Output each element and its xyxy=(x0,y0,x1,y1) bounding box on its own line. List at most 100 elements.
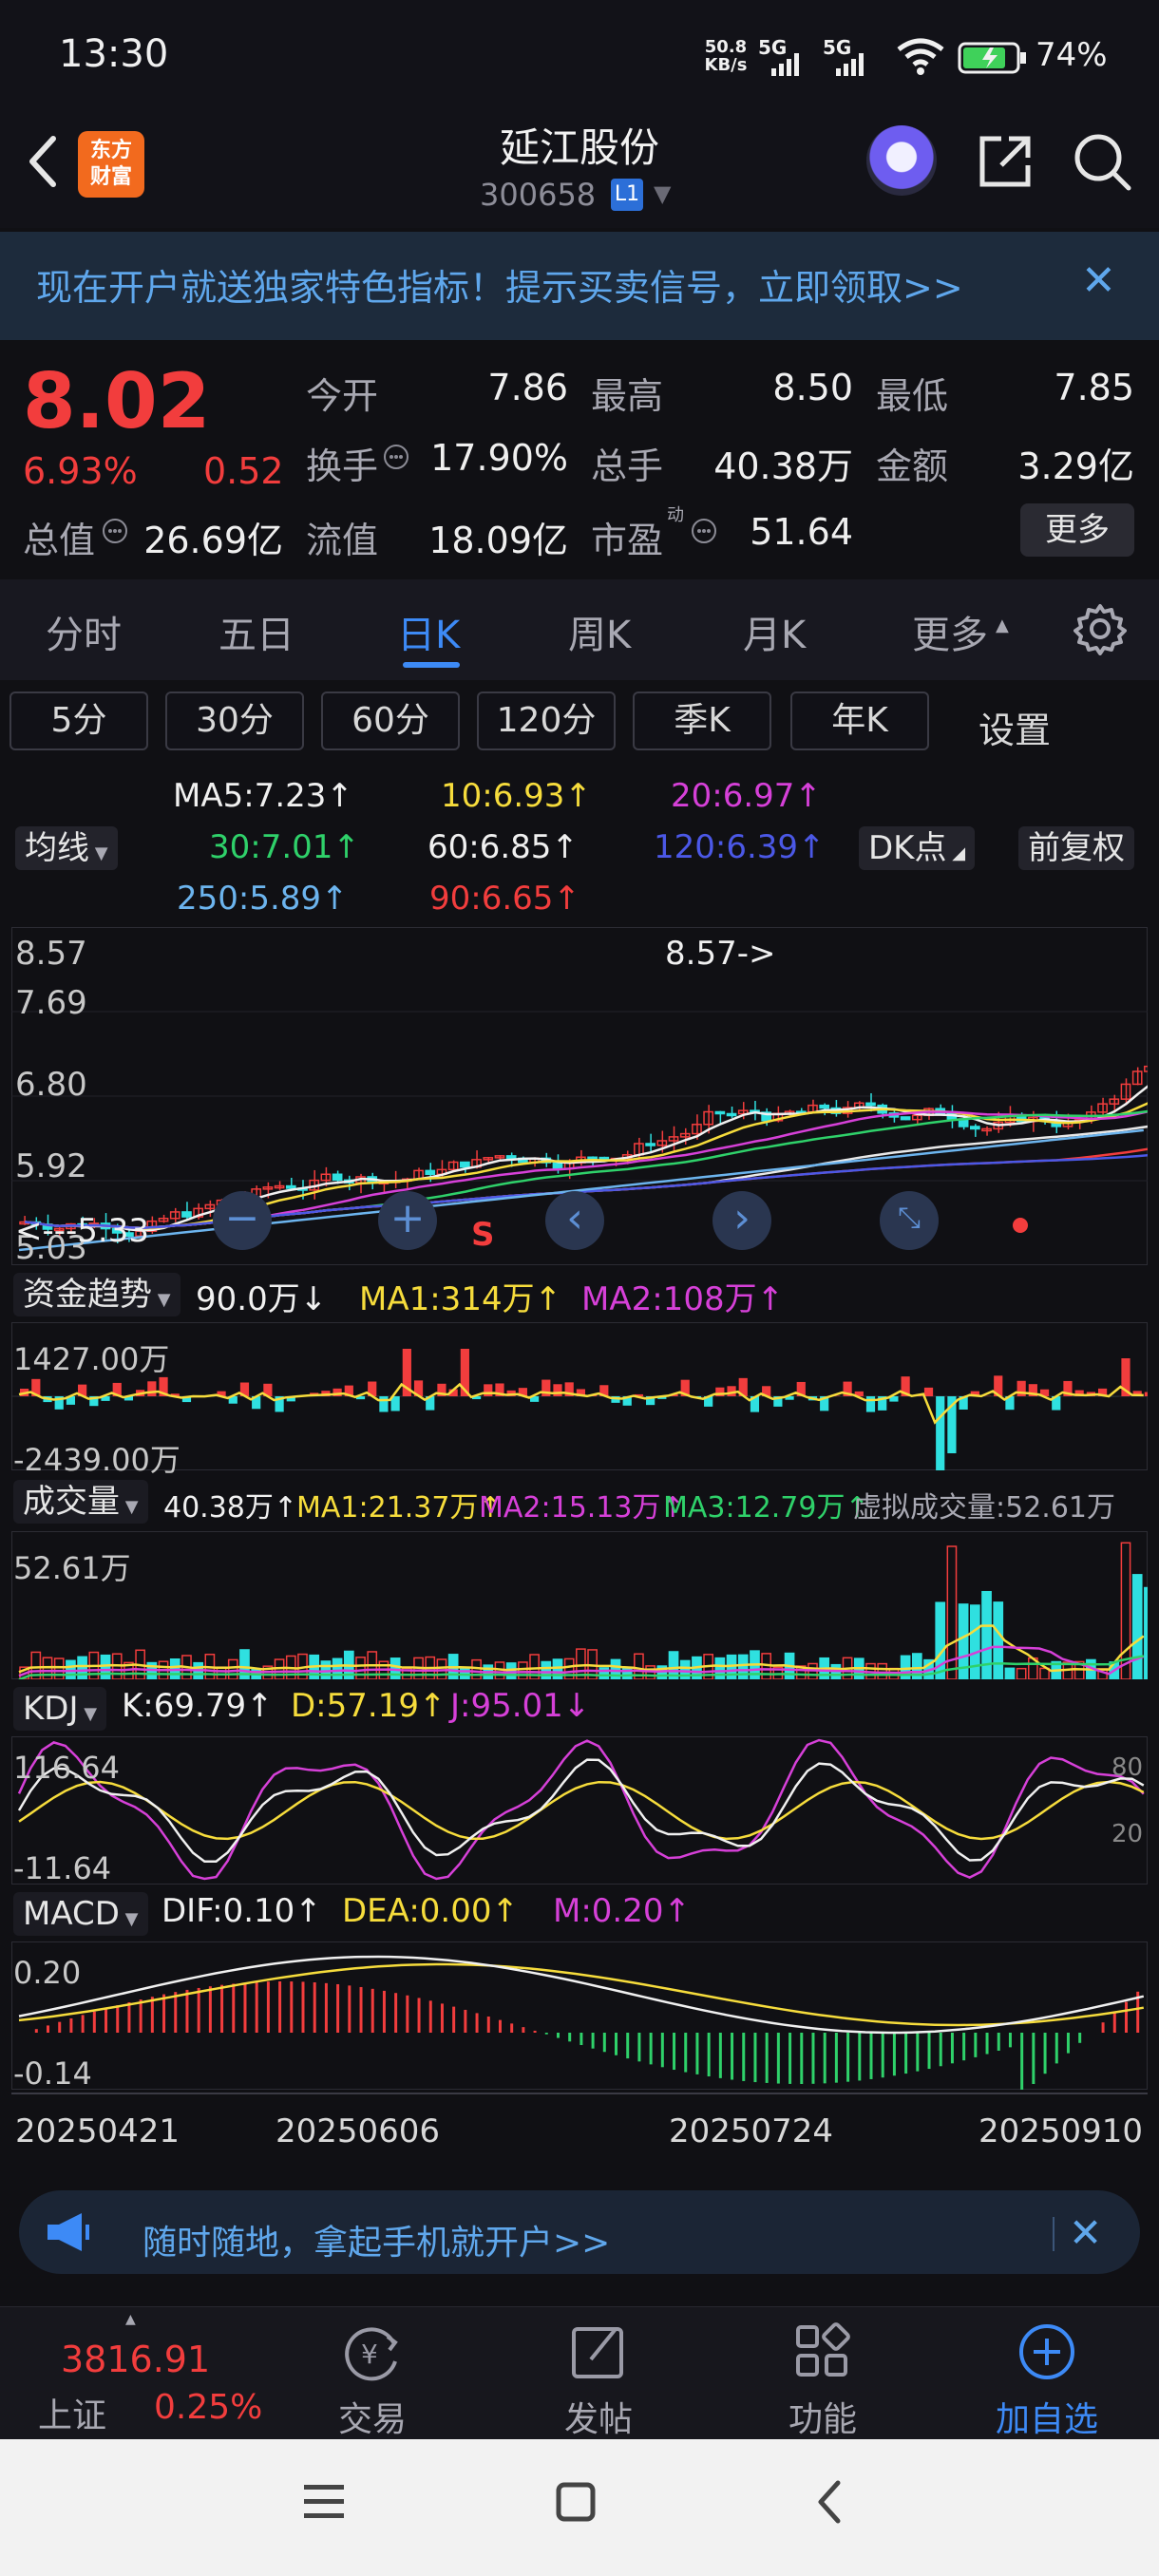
battery-icon xyxy=(958,42,1030,78)
period-120min-button[interactable]: 120分 xyxy=(477,691,616,750)
high-marker: 8.57-> xyxy=(665,935,776,973)
fund-bar xyxy=(936,1396,945,1470)
volume-bar xyxy=(1004,1667,1016,1679)
low-marker: <---5.33 xyxy=(15,1212,149,1250)
more-button[interactable]: 更多 xyxy=(1020,503,1134,557)
close-icon[interactable]: ✕ xyxy=(1081,256,1116,305)
ma60-value: 60:6.85↑ xyxy=(428,828,579,866)
macd-indicator-selector[interactable]: MACD ▼ xyxy=(13,1892,148,1936)
dynamic-mark: 动 xyxy=(667,505,684,525)
fund-bar xyxy=(923,1387,934,1396)
tab-monthly-k[interactable]: 月K xyxy=(743,604,806,659)
index-percent[interactable]: 0.25% xyxy=(154,2388,262,2427)
trade-icon[interactable]: ¥ xyxy=(338,2321,405,2388)
kdj-k: K:69.79↑ xyxy=(122,1687,274,1725)
banner-divider xyxy=(1053,2217,1054,2251)
kline-y-label: 6.80 xyxy=(15,1066,87,1104)
period-year-button[interactable]: 年K xyxy=(790,691,929,750)
active-tab-indicator xyxy=(403,662,460,668)
eastmoney-logo: 东方 财富 xyxy=(78,131,144,198)
volume-value: 40.38万 xyxy=(713,445,853,487)
macd-chart[interactable] xyxy=(11,1941,1148,2090)
share-icon[interactable] xyxy=(975,131,1036,196)
apps-grid-icon[interactable] xyxy=(792,2321,853,2386)
search-icon[interactable] xyxy=(1072,131,1134,198)
period-30min-button[interactable]: 30分 xyxy=(165,691,304,750)
fund-value: 90.0万↓ xyxy=(196,1280,328,1318)
level-badge: L1 xyxy=(611,179,643,211)
high-label: 最高 xyxy=(591,375,664,417)
period-60min-button[interactable]: 60分 xyxy=(321,691,460,750)
volume-indicator-selector[interactable]: 成交量 ▼ xyxy=(13,1480,148,1524)
candle-body xyxy=(425,1169,436,1175)
ma-selector[interactable]: 均线 ▼ xyxy=(15,826,118,870)
date-label: 20250421 xyxy=(15,2112,180,2150)
dk-point-button[interactable]: DK点 ◢ xyxy=(859,826,976,870)
account-open-text[interactable]: 随时随地，拿起手机就开户>> xyxy=(142,2215,610,2264)
signal-dot xyxy=(1013,1218,1028,1233)
nav-trade[interactable]: 交易 xyxy=(296,2392,448,2441)
tab-timeshare[interactable]: 分时 xyxy=(46,604,122,659)
volume-bar xyxy=(518,1661,528,1679)
volume-bar xyxy=(1131,1574,1143,1679)
high-value: 8.50 xyxy=(772,367,853,408)
volume-ma1: MA1:21.37万↑ xyxy=(296,1491,503,1525)
robot-assistant-icon[interactable] xyxy=(866,125,937,196)
home-icon[interactable] xyxy=(555,2481,597,2527)
volume-chart[interactable] xyxy=(11,1531,1148,1679)
megaphone-icon xyxy=(44,2211,91,2257)
mktcap-label: 总值 xyxy=(23,520,96,561)
kline-y-label: 8.57 xyxy=(15,935,87,973)
candle-body xyxy=(587,1156,598,1161)
post-icon[interactable] xyxy=(568,2321,629,2386)
kdj-d: D:57.19↑ xyxy=(291,1687,446,1725)
settings-link[interactable]: 设置 xyxy=(978,701,1051,753)
code-dropdown-icon[interactable]: ▼ xyxy=(654,180,671,207)
kdj-chart[interactable] xyxy=(11,1736,1148,1885)
back-icon[interactable] xyxy=(21,131,63,196)
tab-more[interactable]: 更多 xyxy=(912,604,988,659)
volume-bar xyxy=(761,1653,772,1679)
kdj-y-max: 116.64 xyxy=(13,1750,120,1786)
tab-weekly-k[interactable]: 周K xyxy=(568,604,631,659)
menu-icon[interactable] xyxy=(302,2483,346,2525)
fullscreen-icon[interactable]: ⤡ xyxy=(880,1191,939,1250)
float-label: 流值 xyxy=(306,520,379,561)
index-value[interactable]: 3816.91 xyxy=(61,2339,210,2380)
zoom-out-icon[interactable]: − xyxy=(213,1191,272,1250)
ma120-value: 120:6.39↑ xyxy=(654,828,826,866)
fund-chart[interactable] xyxy=(11,1322,1148,1470)
volume-bar xyxy=(541,1660,552,1679)
nav-functions[interactable]: 功能 xyxy=(747,2392,899,2441)
stock-name[interactable]: 延江股份 xyxy=(390,116,770,174)
kdj-indicator-selector[interactable]: KDJ ▼ xyxy=(13,1687,107,1731)
promo-text[interactable]: 现在开户就送独家特色指标！提示买卖信号，立即领取>> xyxy=(36,258,963,311)
close-icon[interactable]: ✕ xyxy=(1069,2209,1102,2256)
stock-code[interactable]: 300658 xyxy=(480,177,596,213)
info-icon[interactable] xyxy=(101,517,129,549)
period-5min-button[interactable]: 5分 xyxy=(10,691,148,750)
nav-post[interactable]: 发帖 xyxy=(522,2392,674,2441)
kdj-20-label: 20 xyxy=(1112,1820,1144,1848)
fund-bar xyxy=(147,1381,157,1396)
candle-body xyxy=(969,1126,980,1130)
fund-ma1: MA1:314万↑ xyxy=(359,1280,562,1318)
gear-icon[interactable] xyxy=(1074,602,1127,659)
tab-five-day[interactable]: 五日 xyxy=(218,604,294,659)
period-quarter-button[interactable]: 季K xyxy=(633,691,771,750)
fund-indicator-selector[interactable]: 资金趋势 ▼ xyxy=(13,1273,180,1316)
zoom-in-icon[interactable]: + xyxy=(378,1191,437,1250)
scroll-left-icon[interactable]: ‹ xyxy=(545,1191,604,1250)
info-icon[interactable] xyxy=(690,517,718,549)
index-name[interactable]: 上证 xyxy=(38,2388,106,2437)
nav-add-watchlist[interactable]: 加自选 xyxy=(971,2392,1123,2441)
add-circle-icon[interactable] xyxy=(1016,2321,1077,2386)
fund-y-min: -2439.00万 xyxy=(13,1442,180,1478)
info-icon[interactable] xyxy=(382,443,410,475)
tab-daily-k[interactable]: 日K xyxy=(397,604,460,659)
scroll-right-icon[interactable]: › xyxy=(712,1191,771,1250)
candle-body xyxy=(1144,1065,1148,1072)
kdj-y-min: -11.64 xyxy=(13,1850,112,1886)
back-nav-icon[interactable] xyxy=(813,2479,844,2529)
price-adjust-button[interactable]: 前复权 xyxy=(1018,826,1134,870)
